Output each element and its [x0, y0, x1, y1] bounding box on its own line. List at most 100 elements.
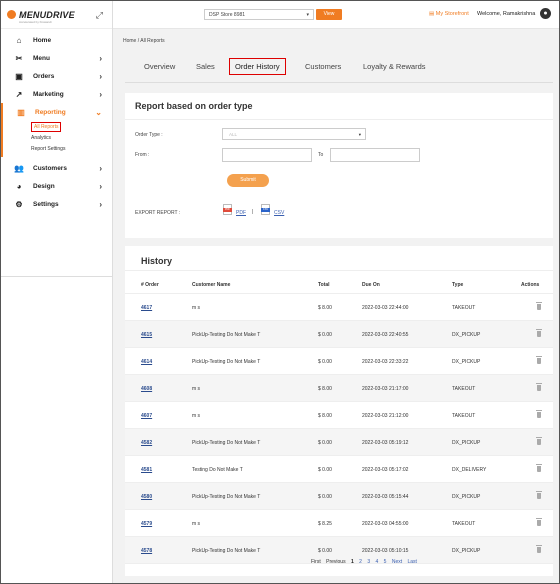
orders-icon: ▣	[15, 71, 23, 81]
table-row: 4579 m s $ 8.25 2022-03-03 04:55:00 TAKE…	[125, 510, 553, 537]
column-header: Due On	[362, 282, 380, 288]
sidebar-item-marketing[interactable]: ↗ Marketing ›	[1, 85, 112, 103]
sidebar-item-home[interactable]: ⌂ Home	[1, 31, 112, 49]
welcome-text: Welcome, Ramakrishna	[477, 11, 536, 17]
sidebar-item-orders[interactable]: ▣ Orders ›	[1, 67, 112, 85]
order-total: $ 0.00	[318, 440, 332, 446]
history-title: History	[125, 246, 553, 271]
order-link[interactable]: 4582	[141, 440, 152, 446]
table-row: 4614 PickUp-Testing Do Not Make T $ 0.00…	[125, 348, 553, 375]
trash-icon[interactable]	[536, 437, 542, 445]
to-date-input[interactable]	[330, 148, 420, 162]
sidebar-item-menu[interactable]: ✂ Menu ›	[1, 49, 112, 67]
due-on: 2022-03-03 05:10:15	[362, 548, 409, 554]
customer-name: m s	[192, 305, 201, 311]
trash-icon[interactable]	[536, 491, 542, 499]
tab-customers[interactable]: Customers	[305, 62, 341, 71]
export-report-label: EXPORT REPORT :	[135, 210, 181, 216]
tab-overview[interactable]: Overview	[144, 62, 175, 71]
tab-sales[interactable]: Sales	[196, 62, 215, 71]
order-link[interactable]: 4617	[141, 305, 152, 311]
logo[interactable]: MENUDRIVE Accelerated by Kiswandi ⤢	[1, 1, 112, 29]
order-link[interactable]: 4578	[141, 548, 152, 554]
table-row: 4607 m s $ 8.00 2022-03-03 21:12:00 TAKE…	[125, 402, 553, 429]
customer-name: m s	[192, 521, 201, 527]
sidebar-subitem-all-reports[interactable]: All Reports	[3, 121, 112, 132]
chart-line-icon: ↗	[15, 89, 23, 99]
pager-last[interactable]: Last	[408, 559, 417, 565]
tab-order-history[interactable]: Order History	[229, 58, 286, 75]
pin-icon[interactable]: ⤢	[96, 10, 103, 21]
trash-icon[interactable]	[536, 329, 542, 337]
trash-icon[interactable]	[536, 356, 542, 364]
from-label: From :	[135, 152, 150, 158]
pagination: First Previous 1 2 3 4 5 Next Last	[311, 559, 421, 565]
sidebar-item-customers[interactable]: 👥 Customers ›	[1, 159, 112, 177]
column-header: Actions	[521, 282, 540, 288]
sidebar-item-design[interactable]: ◕ Design ›	[1, 177, 112, 195]
trash-icon[interactable]	[536, 464, 542, 472]
table-row: 4582 PickUp-Testing Do Not Make T $ 0.00…	[125, 429, 553, 456]
pager-previous[interactable]: Previous	[326, 559, 345, 565]
trash-icon[interactable]	[536, 545, 542, 553]
pager-page-2[interactable]: 2	[359, 559, 362, 565]
order-type: TAKEOUT	[452, 413, 476, 419]
chevron-right-icon: ›	[99, 53, 102, 63]
caret-down-icon: ▾	[358, 132, 361, 137]
pager-page-1[interactable]: 1	[351, 559, 354, 565]
sidebar-subitem-analytics[interactable]: Analytics	[3, 132, 112, 143]
order-total: $ 0.00	[318, 548, 332, 554]
order-link[interactable]: 4608	[141, 386, 152, 392]
tab-loyalty-rewards[interactable]: Loyalty & Rewards	[363, 62, 426, 71]
due-on: 2022-03-03 21:17:00	[362, 386, 409, 392]
store-select-value: DSP Store 8981	[209, 12, 246, 18]
order-type: DX_PICKUP	[452, 332, 481, 338]
order-type: DX_PICKUP	[452, 548, 481, 554]
order-link[interactable]: 4614	[141, 359, 152, 365]
top-bar: DSP Store 8981 ▾ View ▤ My Storefront We…	[113, 1, 559, 29]
trash-icon[interactable]	[536, 302, 542, 310]
trash-icon[interactable]	[536, 518, 542, 526]
due-on: 2022-03-03 05:17:02	[362, 467, 409, 473]
due-on: 2022-03-03 22:40:55	[362, 332, 409, 338]
order-link[interactable]: 4607	[141, 413, 152, 419]
csv-file-icon[interactable]: CSV	[261, 204, 270, 215]
sidebar-item-label: Design	[33, 182, 55, 190]
order-link[interactable]: 4579	[141, 521, 152, 527]
pager-first[interactable]: First	[311, 559, 321, 565]
order-total: $ 8.00	[318, 413, 332, 419]
order-type-select[interactable]: ALL ▾	[222, 128, 366, 140]
view-button[interactable]: View	[316, 9, 342, 20]
home-icon: ⌂	[16, 35, 22, 45]
store-select[interactable]: DSP Store 8981 ▾	[204, 9, 314, 20]
pdf-file-icon[interactable]: PDF	[223, 204, 232, 215]
from-date-input[interactable]	[222, 148, 312, 162]
pager-page-4[interactable]: 4	[375, 559, 378, 565]
sidebar-item-label: Home	[33, 36, 52, 44]
sidebar-subitem-report-settings[interactable]: Report Settings	[3, 143, 112, 154]
utensils-icon: ✂	[15, 53, 23, 63]
pager-page-5[interactable]: 5	[384, 559, 387, 565]
logo-mark-icon	[7, 10, 16, 19]
chevron-right-icon: ›	[99, 181, 102, 191]
user-avatar-icon[interactable]: ●	[540, 8, 551, 19]
customer-name: PickUp-Testing Do Not Make T	[192, 332, 261, 338]
pager-page-3[interactable]: 3	[367, 559, 370, 565]
customer-name: m s	[192, 413, 201, 419]
sidebar-item-reporting[interactable]: ▥ Reporting ⌄	[3, 103, 112, 121]
sidebar-item-settings[interactable]: ⚙ Settings ›	[1, 195, 112, 213]
pager-next[interactable]: Next	[392, 559, 402, 565]
export-pdf-link[interactable]: PDF	[236, 210, 246, 216]
trash-icon[interactable]	[536, 383, 542, 391]
order-link[interactable]: 4615	[141, 332, 152, 338]
submit-button[interactable]: Submit	[227, 174, 269, 187]
order-type: DX_DELIVERY	[452, 467, 487, 473]
due-on: 2022-03-03 05:15:44	[362, 494, 409, 500]
trash-icon[interactable]	[536, 410, 542, 418]
order-type: DX_PICKUP	[452, 440, 481, 446]
order-link[interactable]: 4581	[141, 467, 152, 473]
my-storefront-link[interactable]: ▤ My Storefront	[429, 11, 469, 17]
column-header: Type	[452, 282, 464, 288]
export-csv-link[interactable]: CSV	[274, 210, 284, 216]
order-link[interactable]: 4580	[141, 494, 152, 500]
